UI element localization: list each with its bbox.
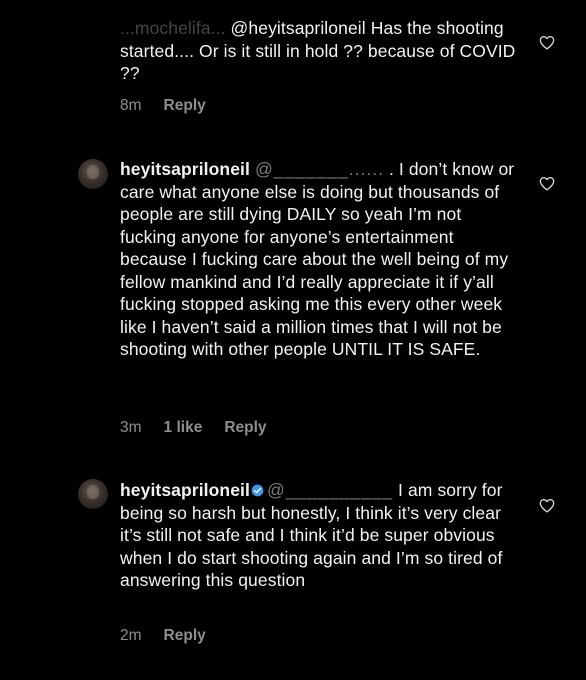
comment-body: . I don’t know or care what anyone else …	[120, 159, 515, 359]
comment-redacted-mention[interactable]: @__________	[267, 480, 393, 500]
comment-text: ...mochelifa... @heyitsapriloneil Has th…	[120, 17, 520, 85]
comment-username[interactable]: heyitsapriloneil	[120, 159, 250, 179]
comment-meta: 2m Reply	[120, 627, 206, 645]
comment-username[interactable]: heyitsapriloneil	[120, 480, 250, 500]
avatar[interactable]	[78, 159, 108, 189]
comment-username-fragment[interactable]: ...mochelifa...	[120, 18, 226, 38]
heart-outline-icon[interactable]	[539, 176, 555, 191]
heart-outline-icon[interactable]	[539, 498, 555, 513]
comment-redacted-mention[interactable]: @_______......	[255, 159, 384, 179]
comment-time: 2m	[120, 627, 142, 644]
comment-meta: 8m Reply	[120, 97, 206, 115]
likes-count[interactable]: 1 like	[164, 419, 203, 437]
comment-text: heyitsapriloneil @__________ I am sorry f…	[120, 479, 520, 592]
reply-button[interactable]: Reply	[164, 97, 206, 115]
comment-mention[interactable]: @heyitsapriloneil	[231, 18, 366, 38]
comment-time: 3m	[120, 419, 142, 436]
avatar[interactable]	[78, 479, 108, 509]
reply-button[interactable]: Reply	[224, 419, 266, 437]
comment-text: heyitsapriloneil @_______...... . I don’…	[120, 158, 520, 361]
reply-button[interactable]: Reply	[164, 627, 206, 645]
heart-outline-icon[interactable]	[539, 35, 555, 50]
comment-meta: 3m 1 like Reply	[120, 419, 267, 437]
comment-time: 8m	[120, 97, 142, 114]
verified-badge-icon	[251, 484, 264, 497]
